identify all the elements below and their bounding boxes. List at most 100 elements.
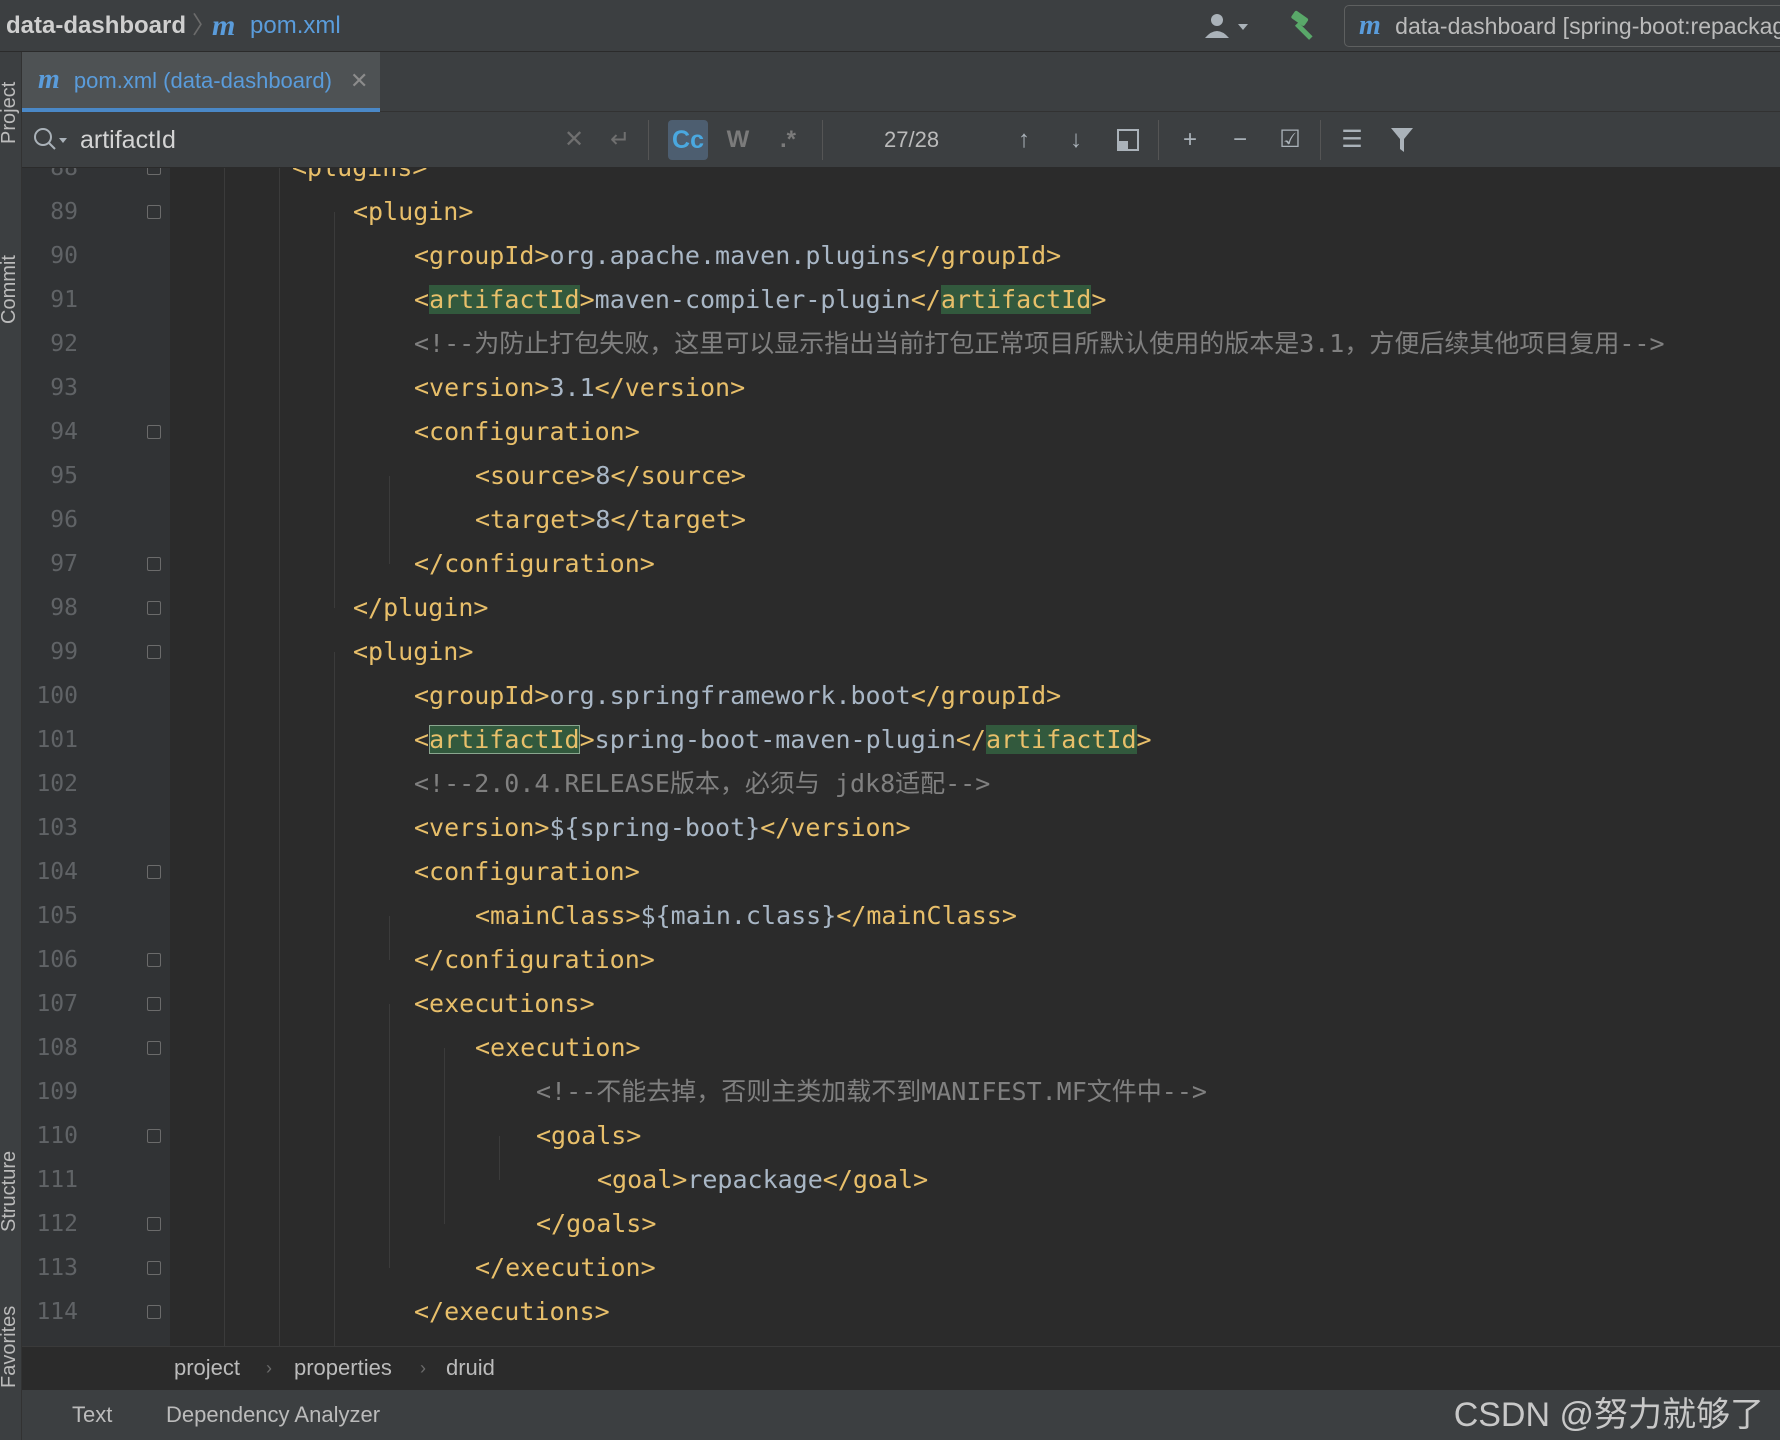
search-match: artifactId	[940, 285, 1092, 314]
code-text: <configuration>	[414, 857, 640, 886]
add-occurrence-icon[interactable]: +	[1170, 120, 1210, 160]
code-text: <executions>	[414, 989, 595, 1018]
breadcrumb-item[interactable]: druid	[446, 1347, 495, 1389]
code-text: <configuration>	[414, 417, 640, 446]
editor-tab-bar: m pom.xml (data-dashboard) ✕	[22, 52, 1780, 112]
tab-dependency-analyzer[interactable]: Dependency Analyzer	[166, 1390, 380, 1440]
fold-marker-icon[interactable]	[147, 1305, 161, 1319]
code-line: 93 <version>3.1</version>	[22, 366, 1780, 410]
next-occurrence-icon[interactable]: ↓	[1056, 120, 1096, 160]
fold-marker-icon[interactable]	[147, 1129, 161, 1143]
fold-marker-icon[interactable]	[147, 205, 161, 219]
code-comment: <!--2.0.4.RELEASE版本，必须与 jdk8适配-->	[414, 769, 991, 798]
search-match-current: artifactId	[429, 725, 580, 754]
code-text: <goals>	[536, 1121, 642, 1150]
regex-toggle[interactable]: .*	[768, 120, 808, 160]
tool-window-commit[interactable]: Commit	[0, 255, 21, 324]
filter-icon[interactable]	[1382, 120, 1422, 160]
search-icon[interactable]	[32, 126, 68, 154]
code-line: 92 <!--为防止打包失败，这里可以显示指出当前打包正常项目所默认使用的版本是…	[22, 322, 1780, 366]
line-number: 89	[50, 199, 78, 225]
code-editor[interactable]: 88 <plugins> 89 <plugin> 90 <groupId>org…	[22, 168, 1780, 1346]
code-line: 88 <plugins>	[22, 168, 1780, 190]
tool-window-structure[interactable]: Structure	[0, 1151, 21, 1232]
filter-options-icon[interactable]: ☰	[1332, 120, 1372, 160]
fold-marker-icon[interactable]	[147, 425, 161, 439]
match-count: 27/28	[884, 127, 940, 152]
fold-marker-icon[interactable]	[147, 1041, 161, 1055]
code-line: 96 <target>8</target>	[22, 498, 1780, 542]
code-text: <groupId>org.apache.maven.plugins</group…	[414, 241, 1062, 270]
code-text: </configuration>	[414, 945, 655, 974]
fold-marker-icon[interactable]	[147, 953, 161, 967]
fold-marker-icon[interactable]	[147, 1217, 161, 1231]
code-line: 90 <groupId>org.apache.maven.plugins</gr…	[22, 234, 1780, 278]
code-line: 110 <goals>	[22, 1114, 1780, 1158]
build-hammer-icon[interactable]	[1286, 10, 1320, 42]
breadcrumb-item[interactable]: project	[174, 1347, 240, 1389]
fold-marker-icon[interactable]	[147, 601, 161, 615]
fold-marker-icon[interactable]	[147, 1261, 161, 1275]
code-line: 100 <groupId>org.springframework.boot</g…	[22, 674, 1780, 718]
code-line: 91 <artifactId>maven-compiler-plugin</ar…	[22, 278, 1780, 322]
code-comment: <!--为防止打包失败，这里可以显示指出当前打包正常项目所默认使用的版本是3.1…	[414, 329, 1665, 358]
tab-label: pom.xml (data-dashboard)	[73, 68, 332, 93]
chevron-right-icon: ›	[266, 1358, 272, 1378]
divider	[648, 120, 649, 160]
code-text: <target>8</target>	[475, 505, 746, 534]
code-text: </executions>	[414, 1297, 610, 1326]
code-text: <plugin>	[353, 197, 474, 226]
clear-search-icon[interactable]: ✕	[554, 120, 594, 160]
close-icon[interactable]: ✕	[350, 68, 368, 93]
tab-pom-xml[interactable]: m pom.xml (data-dashboard) ✕	[22, 52, 380, 112]
code-line: 95 <source>8</source>	[22, 454, 1780, 498]
code-line: 112 </goals>	[22, 1202, 1780, 1246]
code-text: <groupId>org.springframework.boot</group…	[414, 681, 1062, 710]
fold-marker-icon[interactable]	[147, 168, 161, 175]
search-match: artifactId	[429, 285, 580, 314]
run-configuration-selector[interactable]: m data-dashboard [spring-boot:repackage]	[1344, 5, 1780, 47]
line-number: 108	[36, 1035, 78, 1061]
tool-window-favorites[interactable]: Favorites	[0, 1306, 21, 1388]
previous-occurrence-icon[interactable]: ↑	[1004, 120, 1044, 160]
fold-marker-icon[interactable]	[147, 645, 161, 659]
match-case-toggle[interactable]: Cc	[668, 120, 708, 160]
watermark: CSDN @努力就够了	[1453, 1396, 1764, 1434]
code-line: 99 <plugin>	[22, 630, 1780, 674]
code-line: 101 <artifactId>spring-boot-maven-plugin…	[22, 718, 1780, 762]
code-line: 113 </execution>	[22, 1246, 1780, 1290]
breadcrumb-item[interactable]: properties	[294, 1347, 392, 1389]
line-number: 113	[36, 1255, 78, 1281]
search-input[interactable]: artifactId	[80, 112, 520, 168]
line-number: 97	[50, 551, 78, 577]
user-icon[interactable]	[1200, 12, 1250, 40]
line-number: 98	[50, 595, 78, 621]
line-number: 104	[36, 859, 78, 885]
code-line: 108 <execution>	[22, 1026, 1780, 1070]
breadcrumb-project[interactable]: data-dashboard	[6, 0, 186, 52]
line-number: 88	[50, 168, 78, 181]
fold-marker-icon[interactable]	[147, 997, 161, 1011]
bottom-tab-bar: Text Dependency Analyzer CSDN @努力就够了	[22, 1390, 1780, 1440]
code-line: 107 <executions>	[22, 982, 1780, 1026]
code-text: <mainClass>${main.class}</mainClass>	[475, 901, 1017, 930]
code-line: 103 <version>${spring-boot}</version>	[22, 806, 1780, 850]
code-line: 97 </configuration>	[22, 542, 1780, 586]
breadcrumb-file[interactable]: pom.xml	[250, 0, 341, 52]
tool-window-project[interactable]: Project	[0, 82, 21, 144]
new-line-icon[interactable]: ↵	[600, 120, 640, 160]
tab-text[interactable]: Text	[72, 1390, 112, 1440]
maven-icon: m	[1359, 10, 1381, 41]
fold-marker-icon[interactable]	[147, 557, 161, 571]
code-comment: <!--不能去掉，否则主类加载不到MANIFEST.MF文件中-->	[536, 1077, 1207, 1106]
remove-occurrence-icon[interactable]: −	[1220, 120, 1260, 160]
code-text: </configuration>	[414, 549, 655, 578]
line-number: 109	[36, 1079, 78, 1105]
line-number: 91	[50, 287, 78, 313]
line-number: 94	[50, 419, 78, 445]
open-in-window-icon[interactable]	[1108, 120, 1148, 160]
select-all-occurrences-icon[interactable]: ☑	[1270, 120, 1310, 160]
fold-marker-icon[interactable]	[147, 865, 161, 879]
whole-words-toggle[interactable]: W	[718, 120, 758, 160]
line-number: 96	[50, 507, 78, 533]
